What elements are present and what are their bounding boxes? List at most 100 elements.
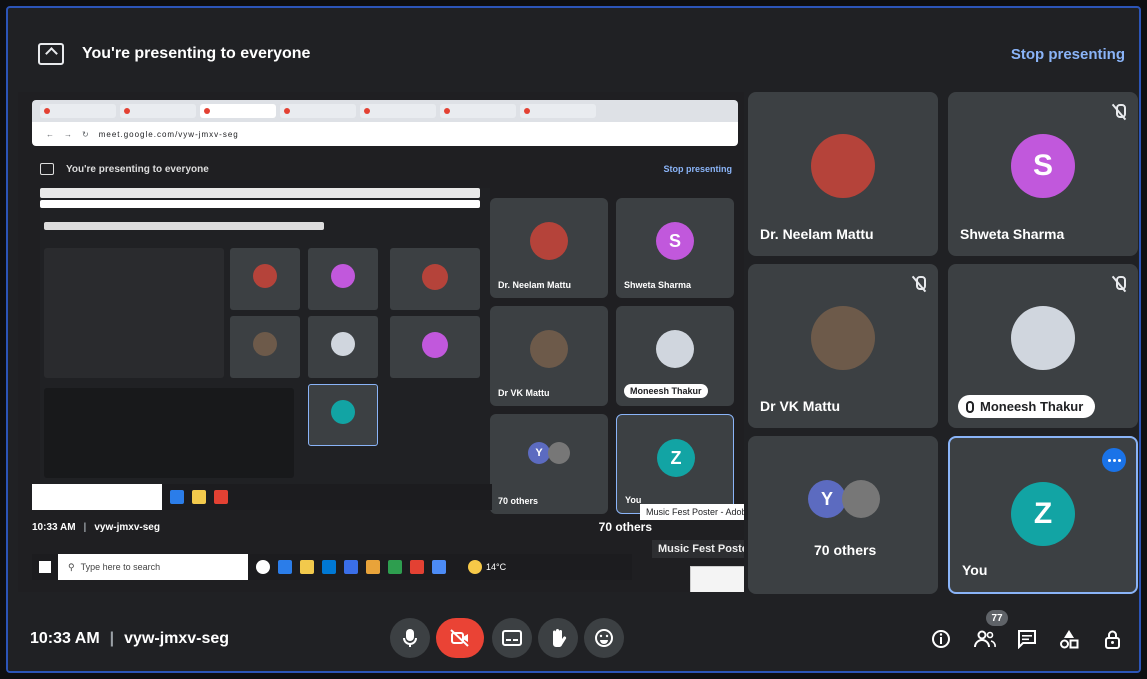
search-icon: ⚲ bbox=[68, 561, 75, 572]
windows-logo-icon bbox=[39, 561, 51, 573]
meeting-code: vyw-jmxv-seg bbox=[124, 630, 230, 647]
mic-off-icon bbox=[1112, 104, 1126, 120]
participant-name: You bbox=[625, 495, 642, 505]
folder-icon[interactable] bbox=[300, 560, 314, 574]
mic-off-icon bbox=[1112, 276, 1126, 292]
participant-tile-neelam: Dr. Neelam Mattu bbox=[748, 92, 938, 256]
stop-presenting-button[interactable]: Stop presenting bbox=[1011, 46, 1125, 63]
back-icon[interactable]: ← bbox=[46, 130, 54, 139]
participant-name: Dr VK Mattu bbox=[498, 388, 550, 398]
mail-icon[interactable] bbox=[344, 560, 358, 574]
avatar-initial: S bbox=[1011, 134, 1075, 198]
browser-tab[interactable] bbox=[40, 104, 116, 118]
browser-tab[interactable] bbox=[440, 104, 516, 118]
avatar-photo bbox=[530, 330, 568, 368]
avatar-initial: Y bbox=[528, 442, 550, 464]
camera-off-button[interactable] bbox=[436, 618, 484, 658]
nested-taskbar-search bbox=[32, 484, 162, 510]
host-controls-button[interactable] bbox=[1102, 628, 1124, 650]
emoji-icon bbox=[595, 629, 613, 647]
app-icon[interactable] bbox=[432, 560, 446, 574]
shared-tile-you: Z You bbox=[616, 414, 734, 514]
avatar-photo bbox=[842, 480, 880, 518]
nested-call-bar: 10:33 AM | vyw-jmxv-seg 70 others bbox=[32, 512, 744, 542]
nested-browser-bar bbox=[44, 222, 324, 230]
cortana-icon[interactable] bbox=[256, 560, 270, 574]
browser-tab[interactable] bbox=[520, 104, 596, 118]
shared-tile-neelam: Dr. Neelam Mattu bbox=[490, 198, 608, 298]
people-count-badge: 77 bbox=[986, 610, 1008, 626]
meet-window: You're presenting to everyone Stop prese… bbox=[6, 6, 1141, 673]
taskbar-preview-window[interactable]: Music Fest Poster - Adobe Read... bbox=[652, 540, 744, 558]
others-count: 70 others bbox=[814, 542, 877, 558]
browser-address-bar[interactable]: ← → ↻ meet.google.com/vyw-jmxv-seg bbox=[32, 122, 738, 146]
participant-tile-vk: Dr VK Mattu bbox=[748, 264, 938, 428]
present-screen-icon bbox=[38, 43, 64, 65]
windows-taskbar: ⚲ Type here to search 14°C bbox=[32, 554, 632, 580]
chat-button[interactable] bbox=[1016, 628, 1038, 650]
participant-name: Dr. Neelam Mattu bbox=[498, 280, 572, 290]
folder-icon bbox=[192, 490, 206, 504]
microphone-button[interactable] bbox=[390, 618, 430, 658]
shared-screen: ← → ↻ meet.google.com/vyw-jmxv-seg You'r… bbox=[18, 92, 744, 592]
nested-meeting-code: vyw-jmxv-seg bbox=[94, 521, 160, 533]
browser-url[interactable]: meet.google.com/vyw-jmxv-seg bbox=[99, 130, 239, 139]
camera-off-icon bbox=[450, 629, 469, 647]
browser-tab[interactable] bbox=[360, 104, 436, 118]
nested-address-bar bbox=[40, 200, 480, 208]
adobe-icon bbox=[214, 490, 228, 504]
weather-icon bbox=[468, 560, 482, 574]
present-screen-icon bbox=[40, 163, 54, 175]
avatar-initial: Z bbox=[1011, 482, 1075, 546]
mic-off-icon bbox=[912, 276, 926, 292]
captions-icon bbox=[502, 630, 522, 646]
participant-tile-others[interactable]: Y 70 others bbox=[748, 436, 938, 594]
taskbar-search-placeholder: Type here to search bbox=[80, 562, 161, 572]
participant-name: 70 others bbox=[498, 496, 539, 506]
separator: | bbox=[109, 630, 115, 647]
nested-stop-presenting[interactable]: Stop presenting bbox=[663, 164, 732, 174]
browser-tab[interactable] bbox=[280, 104, 356, 118]
edge-icon[interactable] bbox=[278, 560, 292, 574]
activities-button[interactable] bbox=[1058, 628, 1080, 650]
info-icon bbox=[932, 630, 950, 648]
browser-tab-active[interactable] bbox=[200, 104, 276, 118]
raise-hand-button[interactable] bbox=[538, 618, 578, 658]
captions-button[interactable] bbox=[492, 618, 532, 658]
forward-icon[interactable]: → bbox=[64, 130, 72, 139]
shared-tile-shweta: S Shweta Sharma bbox=[616, 198, 734, 298]
browser-tab[interactable] bbox=[120, 104, 196, 118]
store-icon[interactable] bbox=[322, 560, 336, 574]
nested-separator: | bbox=[83, 521, 87, 533]
participant-name: Moneesh Thakur bbox=[624, 384, 708, 398]
mic-icon bbox=[966, 400, 974, 413]
taskbar-search-input[interactable]: ⚲ Type here to search bbox=[58, 554, 248, 580]
participant-name: Dr VK Mattu bbox=[760, 398, 841, 414]
reactions-button[interactable] bbox=[584, 618, 624, 658]
avatar-photo bbox=[1011, 306, 1075, 370]
nested-presenting-title: You're presenting to everyone bbox=[66, 163, 209, 175]
app-icon[interactable] bbox=[366, 560, 380, 574]
avatar-initial: S bbox=[656, 222, 694, 260]
meeting-details-button[interactable] bbox=[930, 628, 952, 650]
chrome-icon[interactable] bbox=[388, 560, 402, 574]
adobe-reader-icon[interactable] bbox=[410, 560, 424, 574]
nested-avatar bbox=[331, 332, 355, 356]
speaking-indicator-icon bbox=[1102, 448, 1126, 472]
participant-name: Shweta Sharma bbox=[624, 280, 692, 290]
windows-start-icon[interactable] bbox=[32, 554, 58, 580]
nested-screen-recursion bbox=[40, 188, 490, 488]
participant-tile-moneesh: Moneesh Thakur bbox=[948, 264, 1138, 428]
hand-icon bbox=[553, 629, 567, 647]
nested-presenting-banner: You're presenting to everyone Stop prese… bbox=[40, 158, 732, 180]
reload-icon[interactable]: ↻ bbox=[82, 130, 89, 139]
nested-avatar bbox=[331, 264, 355, 288]
mic-icon bbox=[403, 629, 417, 647]
people-button[interactable] bbox=[974, 628, 996, 650]
participant-name: Dr. Neelam Mattu bbox=[760, 226, 874, 242]
nested-avatar bbox=[253, 332, 277, 356]
nested-screen bbox=[44, 248, 224, 378]
meeting-info: 10:33 AM | vyw-jmxv-seg bbox=[30, 630, 229, 648]
current-time: 10:33 AM bbox=[30, 630, 100, 647]
shared-tile-others: Y 70 others bbox=[490, 414, 608, 514]
